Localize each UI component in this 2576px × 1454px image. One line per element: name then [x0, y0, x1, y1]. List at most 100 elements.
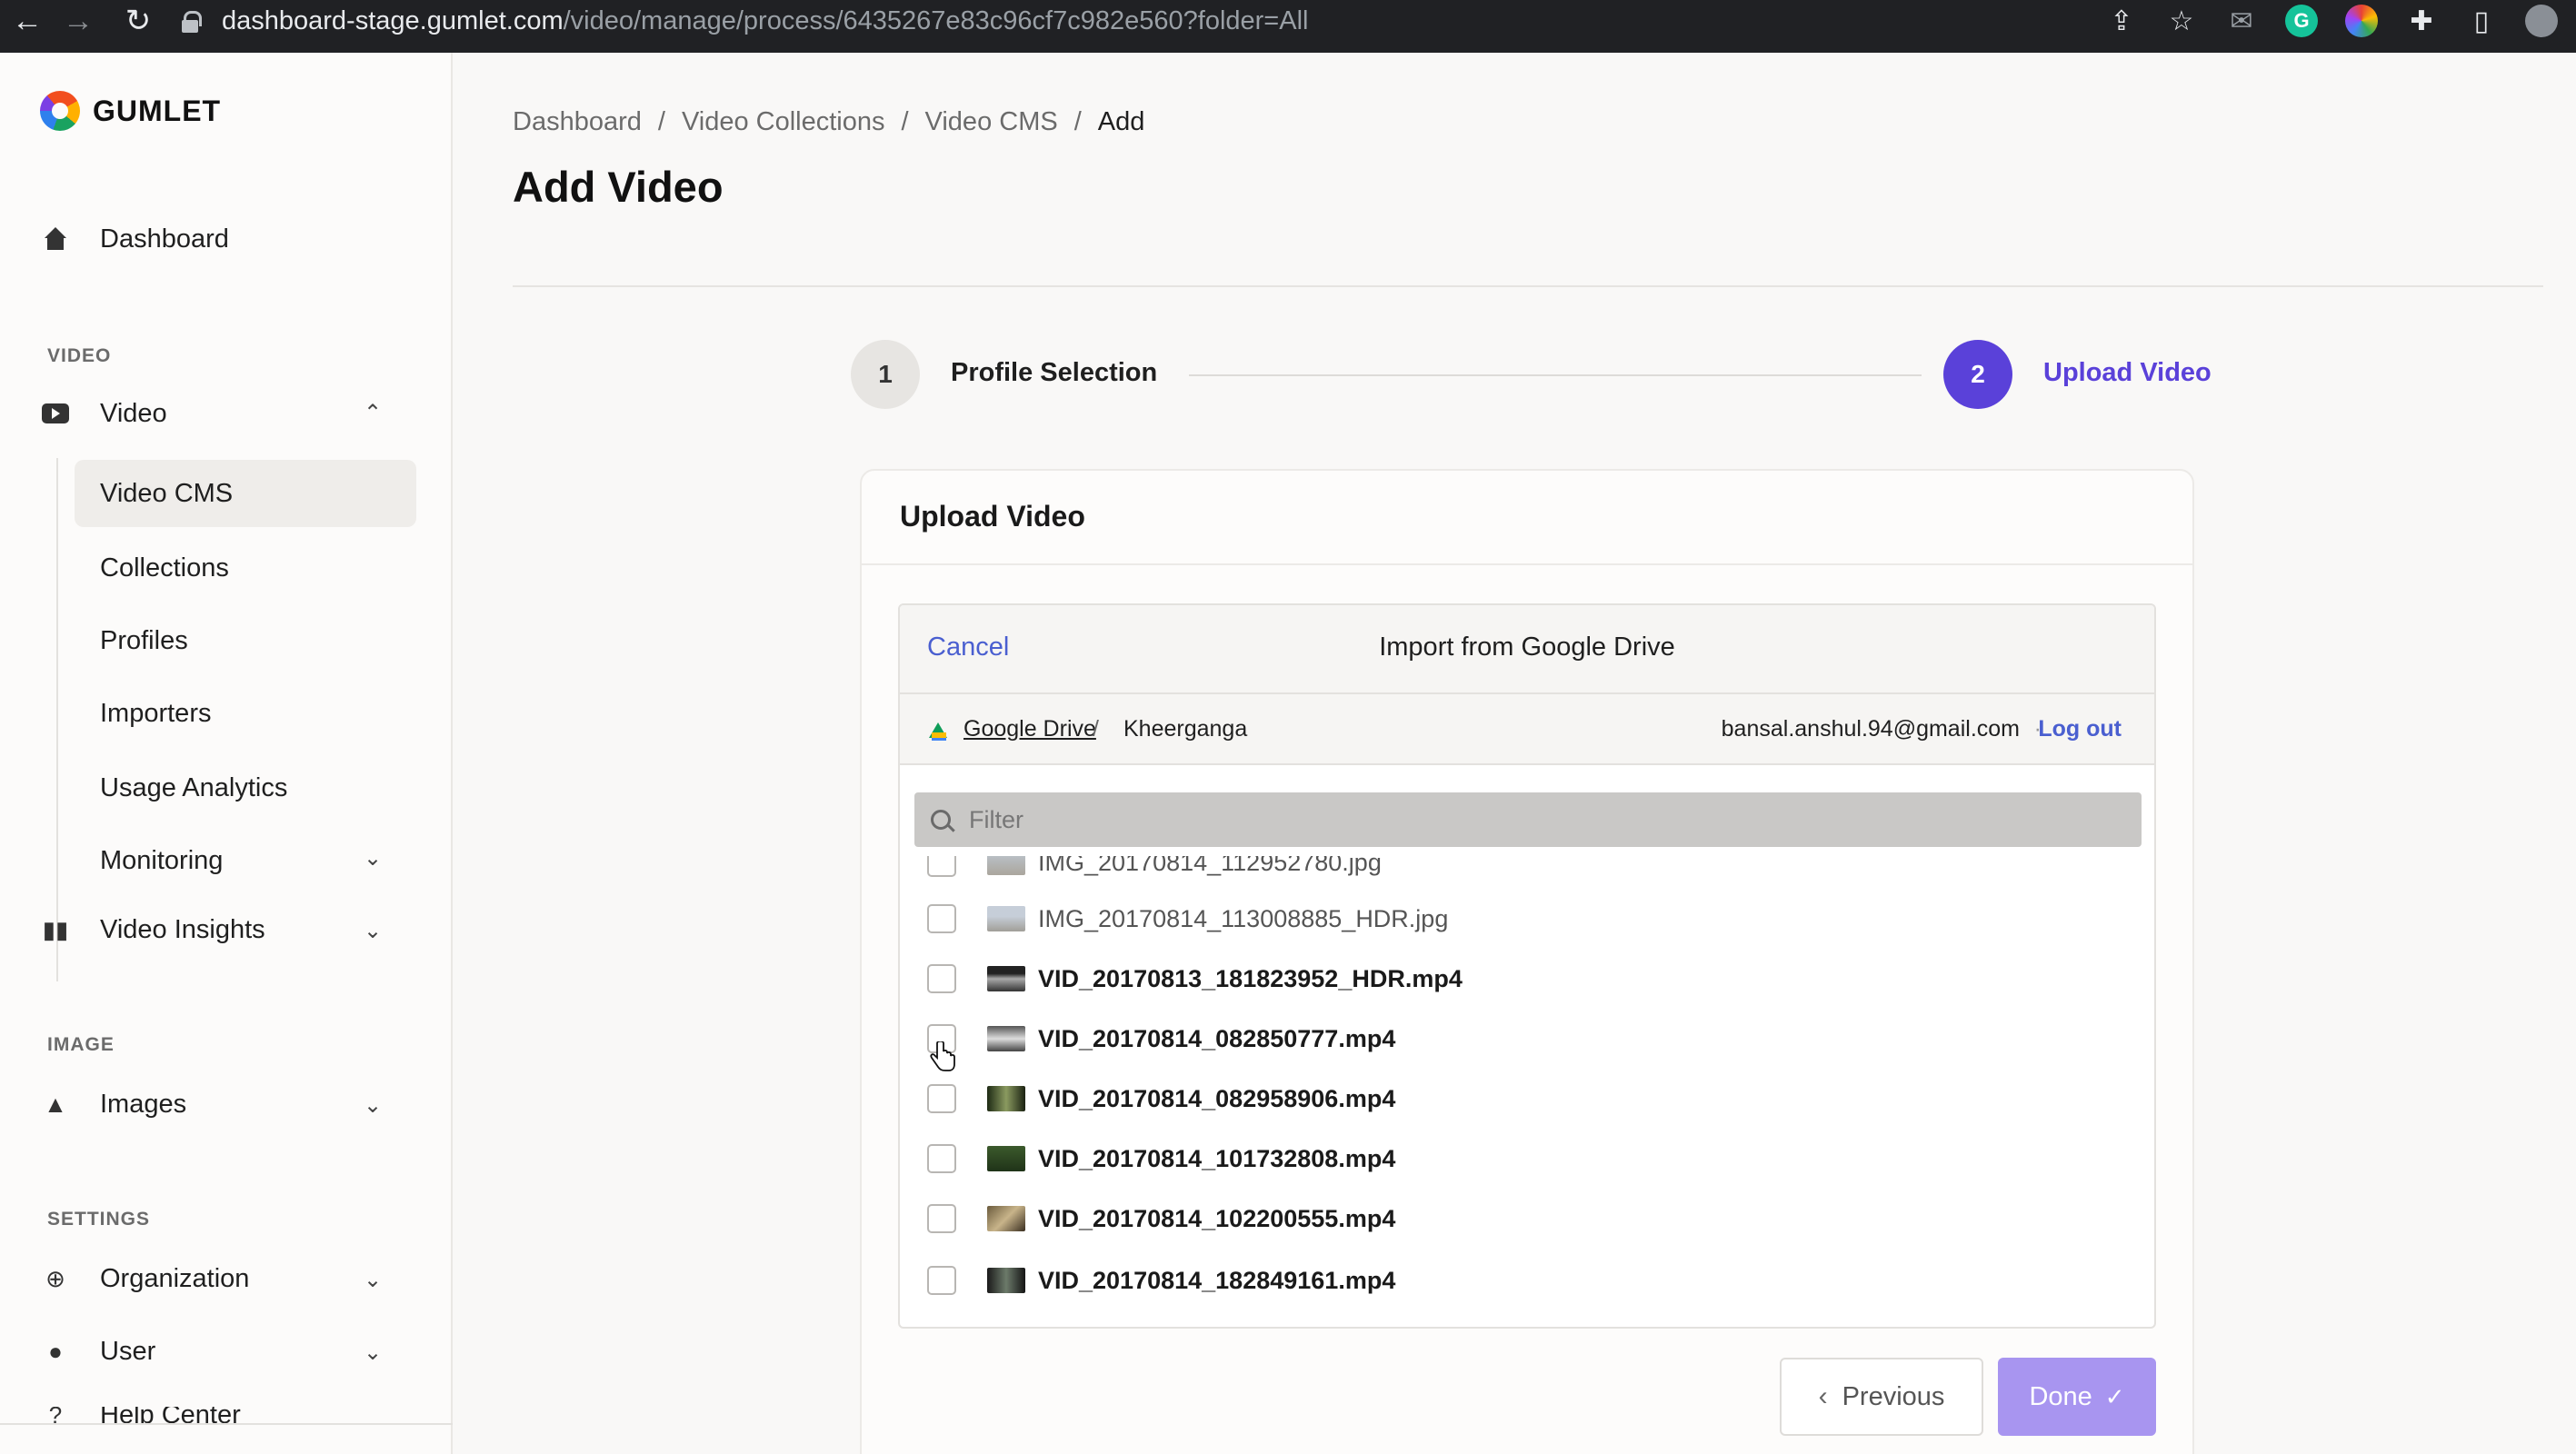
file-row[interactable]: VID_20170814_101732808.mp4 [900, 1129, 2154, 1189]
chevron-left-icon: ‹ [1818, 1381, 1828, 1411]
file-name: IMG_20170814_112952780.jpg [1038, 856, 1382, 876]
address-bar[interactable]: dashboard-stage.gumlet.com/video/manage/… [182, 0, 1308, 42]
hand-cursor-icon [930, 1041, 955, 1071]
sidebar: GUMLET Dashboard VIDEO Video ⌃ Video CMS… [0, 53, 453, 1454]
file-checkbox[interactable] [927, 856, 956, 877]
logout-link[interactable]: Log out [2038, 716, 2122, 742]
file-name: VID_20170814_102200555.mp4 [1038, 1204, 1396, 1232]
help-icon: ? [48, 1407, 63, 1423]
url-host: dashboard-stage.gumlet.com [222, 5, 564, 35]
sidebar-item-label: Video Insights [100, 914, 265, 944]
breadcrumb-separator: / [1073, 107, 1082, 136]
file-row[interactable]: VID_20170814_082850777.mp4 [900, 1009, 2154, 1069]
chevron-down-icon[interactable]: ⌄ [364, 1267, 382, 1293]
file-row[interactable]: VID_20170814_082958906.mp4 [900, 1069, 2154, 1129]
done-button[interactable]: Done ✓ [1998, 1358, 2156, 1436]
file-checkbox[interactable] [927, 1204, 956, 1233]
file-name: VID_20170814_101732808.mp4 [1038, 1144, 1396, 1172]
video-thumbnail [987, 1086, 1025, 1111]
file-row[interactable]: IMG_20170814_112952780.jpg [900, 856, 2154, 892]
breadcrumb-video-cms[interactable]: Video CMS [925, 107, 1058, 137]
image-thumbnail [987, 906, 1025, 931]
profile-avatar[interactable] [2525, 5, 2558, 37]
bar-chart-icon: ▮▮ [42, 915, 69, 943]
file-name: VID_20170814_182849161.mp4 [1038, 1266, 1396, 1294]
file-checkbox[interactable] [927, 904, 956, 933]
sidebar-item-importers[interactable]: Importers [75, 680, 416, 747]
url-path: /video/manage/process/6435267e83c96cf7c9… [563, 5, 1309, 35]
star-icon[interactable]: ☆ [2165, 5, 2198, 37]
sidebar-item-images[interactable]: ▲ Images [40, 1089, 186, 1120]
breadcrumb-dashboard[interactable]: Dashboard [513, 107, 642, 137]
drive-root-link[interactable]: Google Drive [964, 716, 1096, 742]
sidebar-item-label: Images [100, 1089, 187, 1119]
previous-button[interactable]: ‹ Previous [1780, 1358, 1983, 1436]
step-2-label: Upload Video [2043, 358, 2212, 387]
file-name: IMG_20170814_113008885_HDR.jpg [1038, 904, 1449, 932]
mail-icon[interactable]: ✉ [2225, 5, 2258, 37]
forward-icon[interactable]: → [51, 0, 105, 42]
file-name: VID_20170814_082850777.mp4 [1038, 1024, 1396, 1052]
card-divider [862, 563, 2192, 565]
image-thumbnail [987, 856, 1025, 875]
sidepanel-icon[interactable]: ▯ [2465, 5, 2498, 37]
sidebar-item-video-cms[interactable]: Video CMS [75, 460, 416, 527]
chevron-down-icon[interactable]: ⌄ [364, 918, 382, 944]
breadcrumb-separator: / [901, 107, 909, 136]
previous-button-label: Previous [1842, 1381, 1945, 1411]
drive-current-folder: Kheerganga [1123, 716, 1248, 742]
sidebar-footer-divider [0, 1423, 453, 1425]
chevron-up-icon[interactable]: ⌃ [364, 400, 382, 426]
drive-breadcrumb-row: Google Drive / Kheerganga bansal.anshul.… [900, 694, 2154, 765]
share-icon[interactable]: ⇪ [2105, 5, 2138, 37]
drive-breadcrumb-separator: / [1093, 716, 1099, 742]
sidebar-item-user[interactable]: ● User [40, 1336, 155, 1367]
filter-input[interactable] [969, 805, 2060, 834]
browser-toolbar: ← → ↻ dashboard-stage.gumlet.com/video/m… [0, 0, 2576, 53]
sidebar-item-video[interactable]: Video [40, 398, 167, 429]
file-checkbox[interactable] [927, 1266, 956, 1295]
chevron-down-icon[interactable]: ⌄ [364, 1339, 382, 1366]
sidebar-item-usage-analytics[interactable]: Usage Analytics [75, 754, 416, 822]
globe-icon: ⊕ [45, 1264, 65, 1292]
color-picker-icon[interactable] [2345, 5, 2378, 37]
file-list: IMG_20170814_112952780.jpg IMG_20170814_… [900, 856, 2154, 1327]
file-row[interactable]: VID_20170814_182849161.mp4 [900, 1250, 2154, 1310]
filter-field[interactable] [914, 792, 2142, 847]
breadcrumb-separator: / [657, 107, 665, 136]
sidebar-item-profiles[interactable]: Profiles [75, 607, 416, 674]
sidebar-item-collections[interactable]: Collections [75, 534, 416, 602]
step-2-circle: 2 [1943, 340, 2012, 409]
gumlet-logo[interactable]: GUMLET [40, 91, 221, 131]
google-drive-picker: Cancel Import from Google Drive Google D… [898, 603, 2156, 1329]
reload-icon[interactable]: ↻ [111, 0, 165, 42]
sidebar-item-organization[interactable]: ⊕ Organization [40, 1263, 249, 1294]
home-icon [40, 224, 71, 254]
file-row[interactable]: VID_20170813_181823952_HDR.mp4 [900, 949, 2154, 1009]
breadcrumb-video-collections[interactable]: Video Collections [682, 107, 885, 137]
browser-actions: ⇪ ☆ ✉ G ✚ ▯ [2105, 0, 2558, 42]
chevron-down-icon[interactable]: ⌄ [364, 845, 382, 871]
user-icon: ● [48, 1337, 63, 1365]
file-name: VID_20170813_181823952_HDR.mp4 [1038, 964, 1463, 992]
sidebar-item-label: Video CMS [100, 478, 234, 508]
grammarly-icon[interactable]: G [2285, 5, 2318, 37]
file-checkbox[interactable] [927, 1144, 956, 1173]
sidebar-item-label: Video [100, 398, 167, 428]
sidebar-item-dashboard[interactable]: Dashboard [40, 224, 229, 254]
sidebar-item-label: Collections [100, 553, 229, 583]
sidebar-item-help-center[interactable]: ? Help Center [40, 1407, 241, 1423]
extensions-icon[interactable]: ✚ [2405, 5, 2438, 37]
google-drive-icon [929, 722, 947, 741]
card-title: Upload Video [900, 500, 1085, 533]
file-checkbox[interactable] [927, 1084, 956, 1113]
sidebar-item-video-insights[interactable]: ▮▮ Video Insights [40, 914, 265, 945]
file-row[interactable]: IMG_20170814_113008885_HDR.jpg [900, 889, 2154, 949]
sidebar-item-label: User [100, 1336, 156, 1366]
back-icon[interactable]: ← [0, 0, 55, 42]
file-row[interactable]: VID_20170814_102200555.mp4 [900, 1189, 2154, 1249]
chevron-down-icon[interactable]: ⌄ [364, 1092, 382, 1119]
file-checkbox[interactable] [927, 964, 956, 993]
sidebar-item-label: Importers [100, 698, 212, 728]
sidebar-item-label: Profiles [100, 625, 188, 655]
